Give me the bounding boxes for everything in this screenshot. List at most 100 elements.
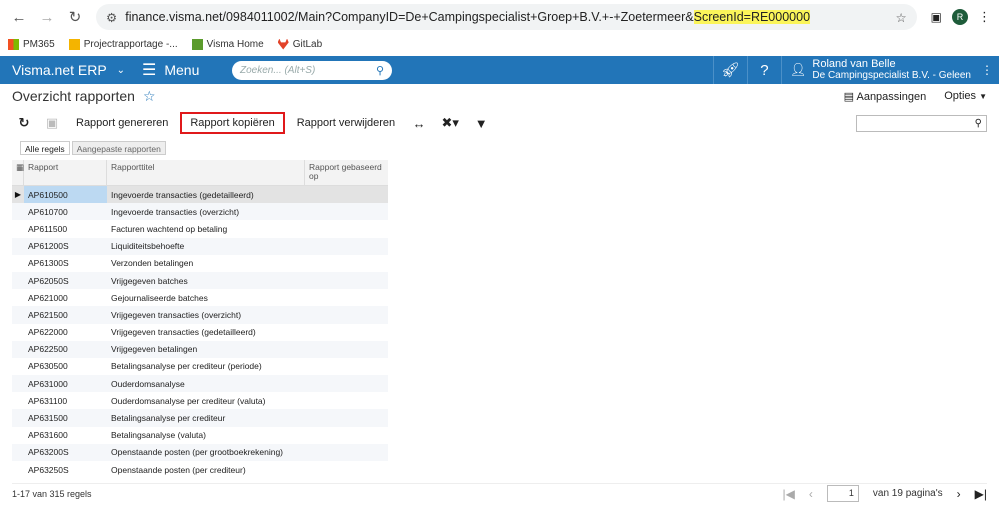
report-code-cell[interactable]: AP622500 [24, 341, 107, 358]
based-on-cell[interactable] [305, 409, 388, 426]
report-code-cell[interactable]: AP622000 [24, 324, 107, 341]
table-row[interactable]: AP621500 Vrijgegeven transacties (overzic… [12, 306, 388, 324]
column-report[interactable]: Rapport [24, 160, 107, 185]
report-title-cell[interactable]: Gejournaliseerde batches [107, 289, 305, 306]
address-bar[interactable]: ⚙ finance.visma.net/0984011002/Main?Comp… [96, 4, 917, 30]
table-row[interactable]: AP621000 Gejournaliseerde batches [12, 289, 388, 306]
table-row[interactable]: AP631500 Betalingsanalyse per crediteur [12, 409, 388, 427]
report-title-cell[interactable]: Vrijgegeven transacties (overzicht) [107, 306, 305, 323]
report-title-cell[interactable]: Vrijgegeven batches [107, 272, 305, 289]
bookmark-visma-home[interactable]: Visma Home [191, 38, 264, 50]
report-title-cell[interactable]: Betalingsanalyse (valuta) [107, 427, 305, 444]
page-number-input[interactable]: 1 [826, 485, 859, 502]
menu-button[interactable]: ☰ Menu [130, 60, 230, 80]
app-switcher[interactable]: Visma.net ERP ⌄ [0, 62, 130, 78]
report-code-cell[interactable]: AP62050S [24, 272, 107, 289]
report-code-cell[interactable]: AP61300S [24, 255, 107, 272]
back-icon[interactable]: ← [8, 6, 30, 28]
report-title-cell[interactable]: Facturen wachtend op betaling [107, 220, 305, 237]
search-icon[interactable]: ⚲ [376, 64, 384, 77]
based-on-cell[interactable] [305, 392, 388, 409]
report-title-cell[interactable]: Vrijgegeven betalingen [107, 341, 305, 358]
report-title-cell[interactable]: Betalingsanalyse per crediteur (periode) [107, 358, 305, 375]
table-row[interactable]: AP630500 Betalingsanalyse per crediteur (… [12, 358, 388, 375]
table-row[interactable]: AP63200S Openstaande posten (per grootboe… [12, 443, 388, 461]
table-row[interactable]: AP631100 Ouderdomsanalyse per crediteur (… [12, 392, 388, 409]
table-row[interactable]: AP63250S Openstaande posten (per crediteu… [12, 461, 388, 478]
based-on-cell[interactable] [305, 461, 388, 478]
report-title-cell[interactable]: Ouderdomsanalyse per crediteur (valuta) [107, 392, 305, 409]
based-on-cell[interactable] [305, 306, 388, 323]
user-menu[interactable]: 👤︎ Roland van Belle De Campingspecialist… [780, 56, 999, 84]
side-panel-icon[interactable]: ▣ [931, 10, 942, 24]
table-row[interactable]: ▶ AP610500 Ingevoerde transacties (gedetai… [12, 186, 388, 204]
report-code-cell[interactable]: AP610500 [24, 186, 107, 204]
more-menu-icon[interactable]: ⋮ [978, 9, 991, 25]
based-on-cell[interactable] [305, 375, 388, 392]
fit-columns-icon[interactable]: ↔ [407, 112, 431, 134]
reload-icon[interactable]: ↻ [64, 6, 86, 28]
based-on-cell[interactable] [305, 324, 388, 341]
based-on-cell[interactable] [305, 255, 388, 272]
tab-custom-reports[interactable]: Aangepaste rapporten [71, 141, 166, 155]
copy-report-button[interactable]: Rapport kopiëren [180, 112, 285, 134]
delete-report-button[interactable]: Rapport verwijderen [289, 112, 403, 134]
profile-avatar[interactable]: R [952, 9, 968, 25]
based-on-cell[interactable] [305, 341, 388, 358]
based-on-cell[interactable] [305, 444, 388, 461]
table-row[interactable]: AP610700 Ingevoerde transacties (overzich… [12, 203, 388, 221]
refresh-icon[interactable]: ↻ [12, 112, 36, 134]
report-title-cell[interactable]: Betalingsanalyse per crediteur [107, 409, 305, 426]
column-based-on[interactable]: Rapport gebaseerd op [305, 160, 388, 185]
row-selector-icon[interactable]: ▦ [12, 160, 24, 185]
report-code-cell[interactable]: AP631600 [24, 427, 107, 444]
report-code-cell[interactable]: AP63250S [24, 461, 107, 478]
export-excel-icon[interactable]: ✖▾ [435, 112, 465, 134]
column-title[interactable]: Rapporttitel [107, 160, 305, 185]
based-on-cell[interactable] [305, 203, 388, 220]
table-row[interactable]: AP622500 Vrijgegeven betalingen [12, 340, 388, 358]
help-icon[interactable]: ? [746, 56, 781, 84]
first-page-icon[interactable]: |◀ [783, 487, 795, 501]
options-button[interactable]: Opties ▼ [944, 90, 987, 102]
report-title-cell[interactable]: Liquiditeitsbehoefte [107, 238, 305, 255]
save-icon[interactable]: ▣ [40, 112, 64, 134]
report-code-cell[interactable]: AP63200S [24, 444, 107, 461]
report-title-cell[interactable]: Ouderdomsanalyse [107, 375, 305, 392]
report-code-cell[interactable]: AP631500 [24, 409, 107, 426]
table-row[interactable]: AP61300S Verzonden betalingen [12, 255, 388, 272]
tab-all-rows[interactable]: Alle regels [20, 141, 70, 155]
report-code-cell[interactable]: AP621500 [24, 306, 107, 323]
report-title-cell[interactable]: Openstaande posten (per grootboekrekenin… [107, 444, 305, 461]
generate-report-button[interactable]: Rapport genereren [68, 112, 176, 134]
last-page-icon[interactable]: ▶| [975, 487, 987, 501]
based-on-cell[interactable] [305, 238, 388, 255]
report-code-cell[interactable]: AP621000 [24, 289, 107, 306]
rocket-icon[interactable]: 🚀︎ [712, 56, 747, 84]
table-row[interactable]: AP631000 Ouderdomsanalyse [12, 375, 388, 393]
report-title-cell[interactable]: Ingevoerde transacties (overzicht) [107, 203, 305, 220]
filter-icon[interactable]: ▼ [469, 112, 493, 134]
report-code-cell[interactable]: AP61200S [24, 238, 107, 255]
table-row[interactable]: AP631600 Betalingsanalyse (valuta) [12, 427, 388, 444]
previous-page-icon[interactable]: ‹ [809, 487, 813, 501]
report-title-cell[interactable]: Verzonden betalingen [107, 255, 305, 272]
site-info-icon[interactable]: ⚙ [106, 10, 117, 25]
bookmark-projectrapportage[interactable]: Projectrapportage -... [68, 38, 178, 50]
report-title-cell[interactable]: Vrijgegeven transacties (gedetailleerd) [107, 324, 305, 341]
based-on-cell[interactable] [305, 358, 388, 375]
favorite-star-icon[interactable]: ☆ [143, 88, 156, 105]
based-on-cell[interactable] [305, 220, 388, 237]
report-code-cell[interactable]: AP631000 [24, 375, 107, 392]
report-title-cell[interactable]: Openstaande posten (per crediteur) [107, 461, 305, 478]
report-code-cell[interactable]: AP611500 [24, 220, 107, 237]
based-on-cell[interactable] [305, 272, 388, 289]
customizations-button[interactable]: ▤ Aanpassingen [844, 90, 927, 103]
forward-icon[interactable]: → [36, 6, 58, 28]
global-search-input[interactable]: Zoeken... (Alt+S) ⚲ [232, 60, 392, 80]
table-row[interactable]: AP611500 Facturen wachtend op betaling [12, 220, 388, 237]
table-row[interactable]: AP62050S Vrijgegeven batches [12, 271, 388, 290]
bookmark-star-icon[interactable]: ☆ [895, 10, 906, 25]
grid-search-input[interactable]: ⚲ [856, 114, 987, 132]
report-code-cell[interactable]: AP631100 [24, 392, 107, 409]
